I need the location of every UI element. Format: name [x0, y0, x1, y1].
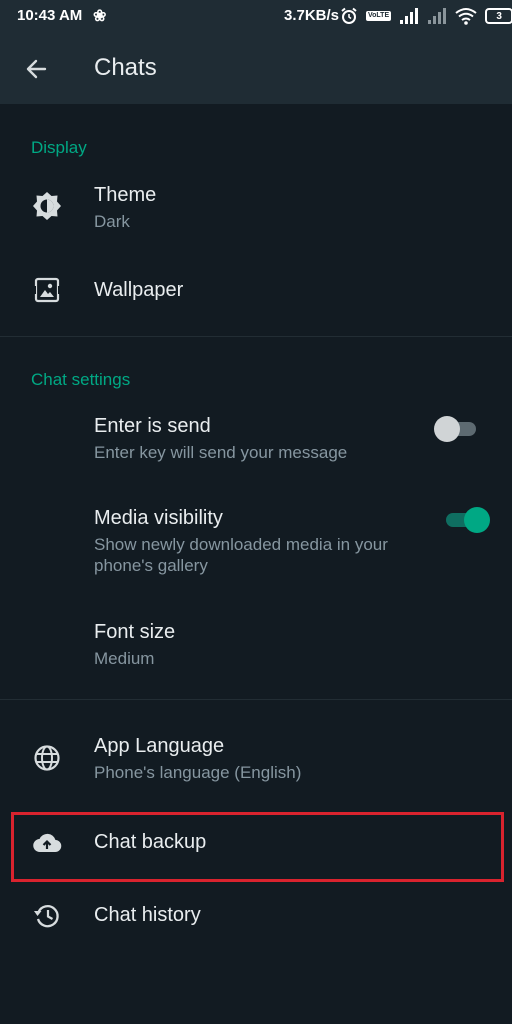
globe-icon: [29, 740, 65, 776]
theme-value: Dark: [94, 212, 130, 231]
divider: [0, 699, 512, 700]
setting-theme[interactable]: Theme Dark: [0, 170, 512, 244]
media-visibility-toggle[interactable]: [442, 506, 490, 533]
status-time: 10:43 AM: [17, 7, 83, 24]
section-header-chat-settings: Chat settings: [31, 370, 131, 389]
font-size-title: Font size: [94, 621, 176, 643]
signal-no-service-icon: [428, 8, 447, 24]
battery-level: 3: [496, 10, 502, 22]
section-header-display: Display: [31, 138, 87, 157]
history-icon: [29, 898, 65, 934]
toggle-thumb: [464, 507, 490, 533]
enter-is-send-title: Enter is send: [94, 415, 211, 437]
app-notification-icon: ❀: [93, 8, 107, 25]
enter-is-send-description: Enter key will send your message: [94, 443, 348, 462]
highlight-box: [11, 812, 504, 882]
media-visibility-description: Show newly downloaded media in your phon…: [94, 535, 388, 575]
divider: [0, 336, 512, 337]
setting-media-visibility[interactable]: Media visibility Show newly downloaded m…: [0, 496, 512, 592]
wallpaper-icon: [29, 272, 65, 308]
chat-history-title: Chat history: [94, 904, 201, 926]
wifi-icon: [455, 8, 477, 25]
enter-is-send-toggle[interactable]: [434, 415, 480, 442]
back-button[interactable]: [20, 54, 52, 84]
setting-app-language[interactable]: App Language Phone's language (English): [0, 722, 512, 796]
volte-icon: VoLTE: [366, 11, 392, 21]
network-speed: 3.7KB/s: [284, 7, 340, 24]
status-bar: 10:43 AM ❀ 3.7KB/s VoLTE 3: [0, 0, 512, 32]
app-language-value: Phone's language (English): [94, 763, 302, 782]
battery-icon: 3: [485, 8, 512, 24]
font-size-value: Medium: [94, 649, 155, 668]
setting-chat-history[interactable]: Chat history: [0, 888, 512, 944]
setting-enter-is-send[interactable]: Enter is send Enter key will send your m…: [0, 404, 512, 480]
status-icons: VoLTE 3: [340, 5, 512, 27]
page-title: Chats: [94, 54, 157, 81]
wallpaper-title: Wallpaper: [94, 279, 184, 301]
toggle-thumb: [434, 416, 460, 442]
brightness-icon: [29, 188, 65, 224]
alarm-icon: [341, 7, 357, 24]
signal-icon: [400, 8, 419, 24]
media-visibility-title: Media visibility: [94, 507, 223, 529]
setting-font-size[interactable]: Font size Medium: [0, 608, 512, 682]
app-bar: Chats: [0, 32, 512, 104]
app-language-title: App Language: [94, 735, 225, 757]
arrow-back-icon: [26, 59, 47, 79]
theme-title: Theme: [94, 184, 157, 206]
setting-wallpaper[interactable]: Wallpaper: [0, 256, 512, 324]
